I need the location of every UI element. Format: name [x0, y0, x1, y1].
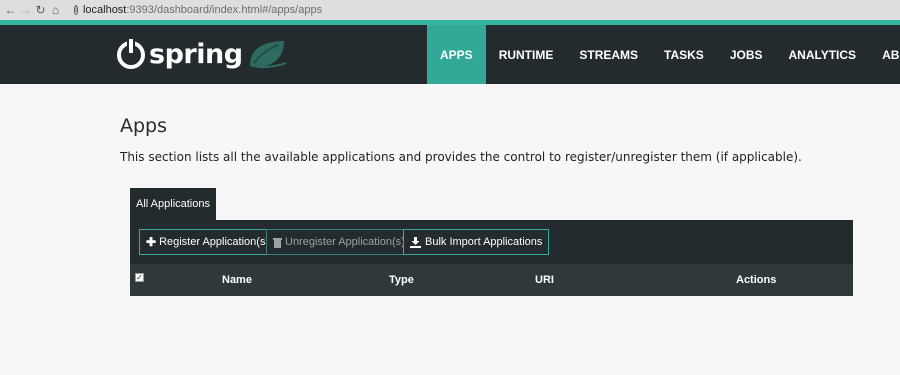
nav-analytics[interactable]: ANALYTICS	[776, 25, 870, 84]
spring-power-icon	[117, 38, 145, 69]
nav-apps[interactable]: APPS	[427, 25, 486, 84]
nav-streams[interactable]: STREAMS	[566, 25, 651, 84]
nav-jobs[interactable]: JOBS	[717, 25, 776, 84]
select-all-checkbox[interactable]: ✓	[135, 273, 144, 282]
address-bar[interactable]: i localhost:9393/dashboard/index.html#/a…	[74, 2, 322, 18]
main-nav: APPS RUNTIME STREAMS TASKS JOBS ANALYTIC…	[427, 25, 900, 84]
nav-runtime[interactable]: RUNTIME	[486, 25, 567, 84]
register-applications-button[interactable]: ✚ Register Application(s)	[139, 229, 277, 255]
table-header: ✓ Name Type URI Actions	[130, 264, 853, 296]
app-header: spring APPS RUNTIME STREAMS TASKS JOBS A…	[0, 25, 900, 84]
logo-wordmark: spring	[149, 38, 243, 70]
back-arrow-icon[interactable]: ←	[3, 0, 18, 20]
bulk-import-button[interactable]: Bulk Import Applications	[403, 229, 550, 255]
bulk-import-label: Bulk Import Applications	[425, 236, 543, 248]
column-type[interactable]: Type	[389, 274, 414, 286]
spring-leaf-icon	[249, 41, 286, 68]
url-path: :9393/dashboard/index.html#/apps/apps	[126, 4, 323, 16]
nav-about[interactable]: ABOUT	[869, 25, 900, 84]
spring-logo[interactable]: spring	[116, 36, 290, 72]
plus-icon: ✚	[146, 235, 157, 249]
unregister-applications-button[interactable]: Unregister Application(s)	[266, 229, 412, 255]
column-uri[interactable]: URI	[535, 274, 554, 286]
home-icon[interactable]: ⌂	[48, 0, 63, 20]
page-description: This section lists all the available app…	[120, 150, 802, 164]
browser-toolbar: ← → ↻ ⌂ i localhost:9393/dashboard/index…	[0, 0, 900, 20]
column-actions: Actions	[736, 274, 777, 286]
forward-arrow-icon[interactable]: →	[18, 0, 33, 20]
unregister-label: Unregister Application(s)	[285, 236, 405, 248]
tab-all-applications[interactable]: All Applications	[130, 188, 216, 220]
apps-toolbar: ✚ Register Application(s) Unregister App…	[130, 220, 853, 264]
column-name[interactable]: Name	[222, 274, 252, 286]
import-icon	[410, 236, 421, 248]
url-host: localhost	[82, 4, 127, 16]
page-title: Apps	[120, 115, 168, 137]
info-icon[interactable]: i	[74, 5, 78, 15]
register-label: Register Application(s)	[159, 236, 270, 248]
trash-icon	[273, 237, 282, 248]
nav-tasks[interactable]: TASKS	[651, 25, 717, 84]
reload-icon[interactable]: ↻	[33, 0, 48, 20]
